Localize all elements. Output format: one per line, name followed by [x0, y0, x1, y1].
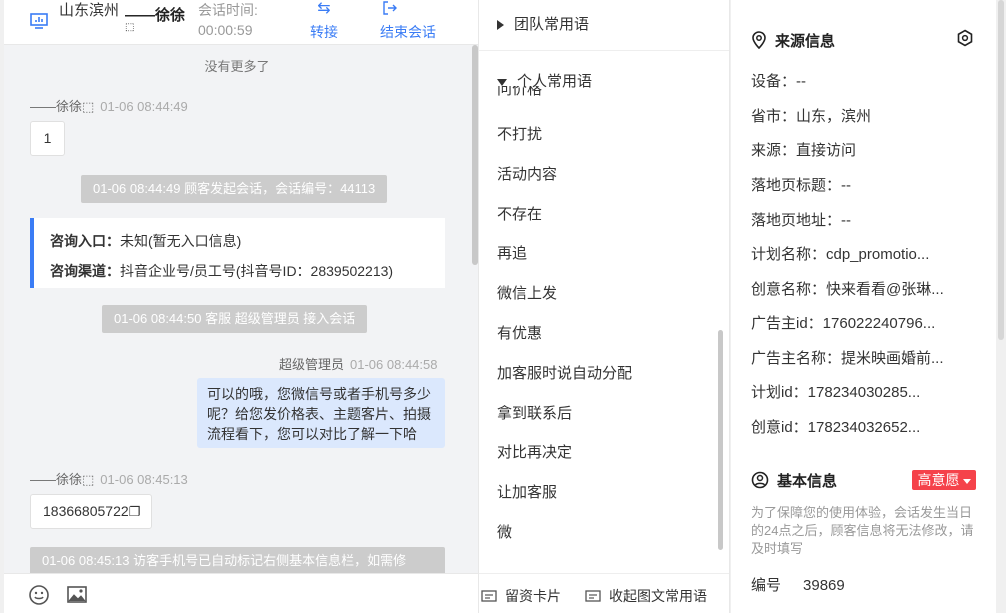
phrase-item[interactable]: 对比再决定	[497, 441, 572, 462]
info-plan-id: 计划id：178234030285...	[751, 384, 921, 401]
transfer-icon: ⇆	[317, 0, 331, 17]
phrase-item[interactable]: 拿到联系后	[497, 402, 572, 423]
phrase-item[interactable]: 不存在	[497, 203, 542, 224]
caret-down-icon	[962, 478, 971, 484]
customer-message[interactable]: 18366805722❐	[30, 494, 152, 529]
message-meta: ——徐徐⬚ 01-06 08:45:13	[30, 472, 188, 487]
chat-toolbar	[4, 573, 478, 613]
customer-info-panel: 来源信息 设备：-- 省市：山东，滨州 来源：直接访问 落地页标题：-- 落地页…	[731, 0, 996, 613]
copy-icon[interactable]: ❐	[129, 504, 141, 519]
agent-message-meta: 超级管理员 01-06 08:44:58	[279, 357, 438, 372]
intent-dropdown[interactable]: 高意愿	[912, 470, 976, 490]
info-advertiser-name: 广告主名称：提米映画婚前...	[751, 350, 944, 367]
chat-panel: 山东滨州 ——徐徐 ⬚ 会话时间: 00:00:59 ⇆ 转接 结束会话 没有更…	[4, 0, 478, 613]
session-time: 00:00:59	[198, 22, 253, 38]
basic-info-title: 基本信息	[751, 470, 837, 491]
agent-message[interactable]: 可以的哦，您微信号或者手机号多少呢？给您发价格表、主题客片、拍摄流程看下，您可以…	[197, 378, 445, 448]
phrase-item[interactable]: 有优惠	[497, 322, 542, 343]
phrase-item[interactable]: 不打扰	[497, 123, 542, 144]
info-landing-title: 落地页标题：--	[751, 177, 851, 194]
info-device: 设备：--	[751, 73, 806, 90]
emoji-icon[interactable]	[28, 584, 50, 606]
collapse-phrases-button[interactable]: 收起图文常用语	[585, 586, 707, 606]
page-scrollbar-thumb[interactable]	[998, 0, 1004, 340]
customer-location: 山东滨州	[59, 2, 120, 19]
source-info-title: 来源信息	[751, 30, 835, 51]
session-time-label: 会话时间:	[198, 2, 258, 18]
phrase-item[interactable]: 加客服时说自动分配	[497, 362, 632, 383]
divider	[479, 50, 729, 51]
page-scrollbar[interactable]	[996, 0, 1006, 613]
message-list[interactable]: 没有更多了 ——徐徐⬚ 01-06 08:44:49 1 01-06 08:44:…	[4, 45, 478, 573]
settings-icon[interactable]	[956, 29, 974, 47]
system-message: 01-06 08:45:13 访客手机号已自动标记右侧基本信息栏，如需修	[30, 547, 445, 573]
chat-header: 山东滨州 ——徐徐 ⬚ 会话时间: 00:00:59 ⇆ 转接 结束会话	[4, 0, 478, 45]
customer-message[interactable]: 1	[30, 121, 65, 156]
exit-icon	[380, 0, 436, 20]
monitor-icon	[30, 13, 48, 29]
chevron-right-icon	[497, 20, 504, 31]
info-source: 来源：直接访问	[751, 142, 857, 159]
system-message: 01-06 08:44:50 客服 超级管理员 接入会话	[102, 305, 368, 333]
info-plan-name: 计划名称：cdp_promotio...	[751, 246, 930, 263]
edit-notice: 为了保障您的使用体验，会话发生当日的24点之后，顾客信息将无法修改，请及时填写	[751, 505, 974, 556]
no-more-text: 没有更多了	[204, 59, 270, 74]
info-id: 编号 39869	[751, 577, 845, 594]
card-icon	[585, 590, 601, 602]
phrase-item[interactable]: 活动内容	[497, 163, 557, 184]
location-pin-icon	[752, 31, 766, 50]
phrases-scrollbar[interactable]	[718, 330, 723, 550]
end-session-button[interactable]: 结束会话	[380, 0, 436, 42]
chevron-down-icon	[497, 78, 507, 86]
user-icon	[751, 471, 769, 489]
consult-info-card: 咨询入口：未知(暂无入口信息) 咨询渠道：抖音企业号/员工号(抖音号ID：283…	[30, 218, 445, 288]
phrase-item[interactable]: 微信上发	[497, 282, 557, 303]
info-region: 省市：山东，滨州	[751, 108, 872, 125]
team-phrases-group[interactable]: 团队常用语	[497, 13, 589, 34]
image-icon[interactable]	[66, 584, 88, 606]
customer-name-glyph: ⬚	[125, 22, 135, 33]
info-advertiser-id: 广告主id：176022240796...	[751, 315, 936, 332]
card-icon	[481, 590, 497, 602]
message-meta: ——徐徐⬚ 01-06 08:44:49	[30, 99, 188, 114]
transfer-button[interactable]: ⇆ 转接	[310, 0, 338, 42]
info-creative-id: 创意id：178234032652...	[751, 419, 921, 436]
system-message: 01-06 08:44:49 顾客发起会话，会话编号：44113	[81, 175, 388, 203]
info-landing-url: 落地页地址：--	[751, 212, 851, 229]
info-creative-name: 创意名称：快来看看@张琳...	[751, 281, 944, 298]
phrase-item[interactable]: 再追	[497, 242, 527, 263]
phrase-item[interactable]: 让加客服	[497, 481, 557, 502]
phrase-item[interactable]: 微	[497, 521, 512, 542]
lead-card-button[interactable]: 留资卡片	[481, 586, 561, 606]
phrase-item[interactable]: 问价格	[497, 86, 697, 98]
common-phrases-panel: 团队常用语 个人常用语 问价格 不打扰 活动内容 不存在 再追 微信上发 有优惠…	[478, 0, 730, 613]
phrases-footer: 留资卡片 收起图文常用语	[479, 573, 729, 613]
